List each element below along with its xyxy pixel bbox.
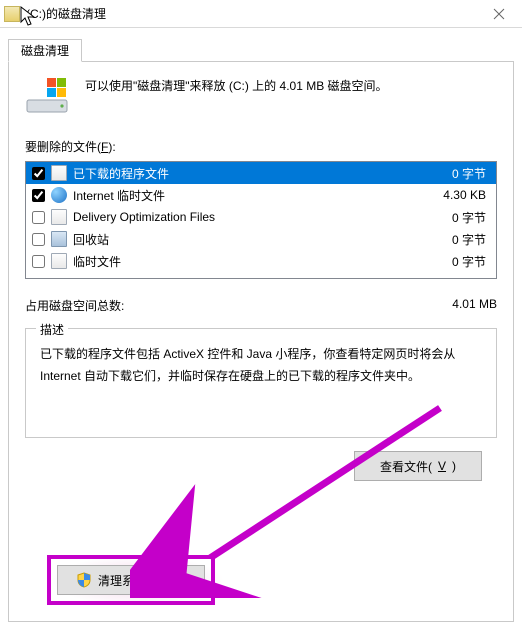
tab-strip: 磁盘清理 <box>8 38 514 62</box>
file-row[interactable]: 已下载的程序文件0 字节 <box>26 162 496 184</box>
file-row[interactable]: 回收站0 字节 <box>26 228 496 250</box>
file-row[interactable]: Internet 临时文件4.30 KB <box>26 184 496 206</box>
highlight-frame: 清理系统文件(S) <box>47 555 215 605</box>
file-checkbox[interactable] <box>32 233 45 246</box>
file-size: 0 字节 <box>418 253 490 270</box>
description-legend: 描述 <box>36 321 68 338</box>
file-list[interactable]: 已下载的程序文件0 字节Internet 临时文件4.30 KBDelivery… <box>25 161 497 279</box>
file-icon <box>51 209 67 225</box>
file-checkbox[interactable] <box>32 167 45 180</box>
file-name: Internet 临时文件 <box>73 187 418 204</box>
file-name: 回收站 <box>73 231 418 248</box>
close-icon <box>493 8 505 20</box>
tab-label: 磁盘清理 <box>21 44 69 58</box>
file-checkbox[interactable] <box>32 255 45 268</box>
shield-icon <box>76 572 92 588</box>
title-bar: (C:)的磁盘清理 <box>0 0 522 28</box>
file-name: Delivery Optimization Files <box>73 210 418 224</box>
file-row[interactable]: 临时文件0 字节 <box>26 250 496 272</box>
app-icon <box>4 6 20 22</box>
file-size: 0 字节 <box>418 165 490 182</box>
file-row[interactable]: Delivery Optimization Files0 字节 <box>26 206 496 228</box>
file-name: 临时文件 <box>73 253 418 270</box>
file-size: 4.30 KB <box>418 188 490 202</box>
description-body: 已下载的程序文件包括 ActiveX 控件和 Java 小程序，你查看特定网页时… <box>40 343 482 387</box>
file-icon <box>51 253 67 269</box>
files-label: 要删除的文件(F): <box>25 138 497 155</box>
tab-disk-cleanup[interactable]: 磁盘清理 <box>8 39 82 62</box>
description-group: 描述 已下载的程序文件包括 ActiveX 控件和 Java 小程序，你查看特定… <box>25 328 497 438</box>
total-label: 占用磁盘空间总数: <box>25 297 124 314</box>
intro-text: 可以使用"磁盘清理"来释放 (C:) 上的 4.01 MB 磁盘空间。 <box>85 76 388 96</box>
file-checkbox[interactable] <box>32 189 45 202</box>
drive-icon <box>25 76 69 116</box>
total-value: 4.01 MB <box>452 297 497 314</box>
window-title: (C:)的磁盘清理 <box>26 5 106 22</box>
view-files-button[interactable]: 查看文件(V) <box>354 451 482 481</box>
bin-icon <box>51 231 67 247</box>
file-name: 已下载的程序文件 <box>73 165 418 182</box>
globe-icon <box>51 187 67 203</box>
close-button[interactable] <box>476 0 522 28</box>
tab-panel: 可以使用"磁盘清理"来释放 (C:) 上的 4.01 MB 磁盘空间。 要删除的… <box>8 62 514 622</box>
clean-system-files-button[interactable]: 清理系统文件(S) <box>57 565 205 595</box>
file-size: 0 字节 <box>418 231 490 248</box>
file-checkbox[interactable] <box>32 211 45 224</box>
file-size: 0 字节 <box>418 209 490 226</box>
file-icon <box>51 165 67 181</box>
